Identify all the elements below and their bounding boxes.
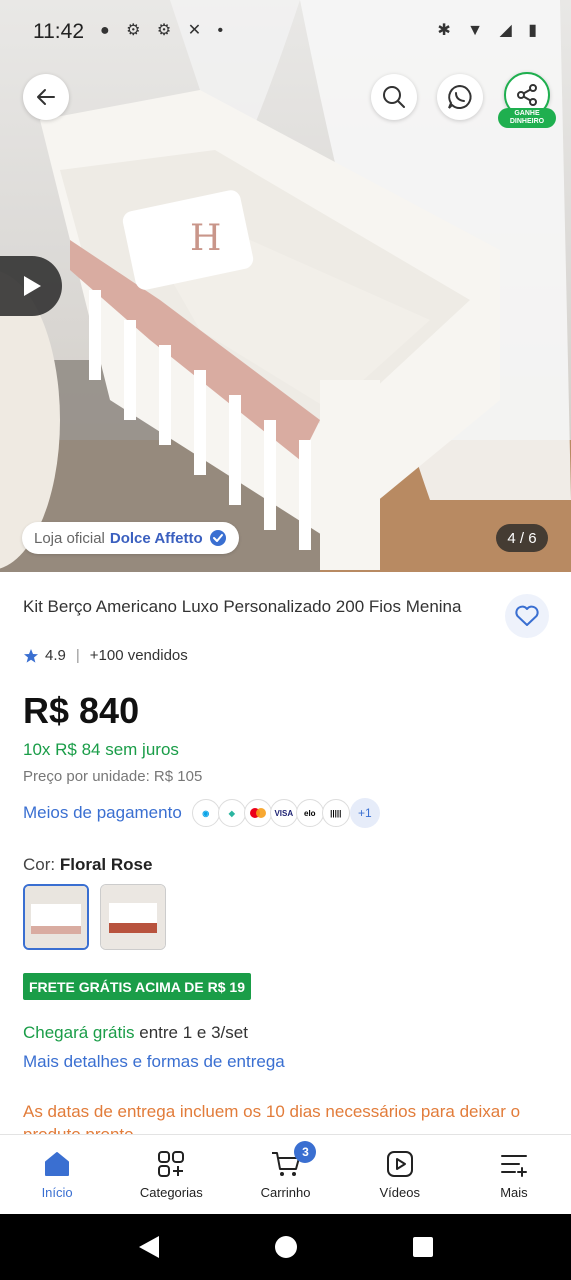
nav-label: Vídeos (379, 1185, 420, 1200)
nav-home[interactable]: Início (0, 1135, 114, 1214)
home-icon (45, 1152, 70, 1176)
share-icon (517, 84, 537, 106)
nav-label: Carrinho (260, 1185, 311, 1200)
favorite-button[interactable] (505, 594, 549, 638)
nav-cart[interactable]: 3 Carrinho (228, 1135, 342, 1214)
search-button[interactable] (371, 74, 417, 120)
video-icon (386, 1151, 413, 1177)
unit-price: Preço por unidade: R$ 105 (23, 768, 203, 785)
mercado-pago-icon: ◉ (191, 799, 220, 827)
arrow-left-icon (37, 89, 55, 105)
svg-text:H: H (190, 218, 221, 259)
nav-label: Mais (500, 1185, 528, 1200)
color-swatch-alt[interactable] (100, 884, 166, 950)
official-store-link[interactable]: Loja oficial Dolce Affetto (22, 522, 239, 554)
whatsapp-button[interactable] (437, 74, 483, 120)
notification-icons: ● ⚙ ⚙ ✕ • (100, 22, 230, 39)
whatsapp-icon (448, 84, 472, 109)
swatch-thumbnail (25, 886, 87, 948)
nav-videos[interactable]: Vídeos (343, 1135, 457, 1214)
pix-icon: ◆ (217, 799, 246, 827)
share-earn-badge: GANHE DINHEIRO (498, 108, 556, 128)
nav-label: Início (41, 1185, 73, 1200)
delivery-details-link[interactable]: Mais detalhes e formas de entrega (23, 1052, 285, 1072)
color-label: Cor: Floral Rose (23, 855, 152, 875)
more-icon (500, 1155, 527, 1177)
system-home-icon[interactable] (275, 1236, 297, 1258)
store-prefix: Loja oficial (34, 529, 105, 547)
free-shipping-badge: FRETE GRÁTIS ACIMA DE R$ 19 (23, 973, 251, 1000)
more-payment-methods[interactable]: +1 (349, 798, 380, 828)
divider: | (75, 647, 80, 664)
image-counter: 4 / 6 (496, 524, 548, 552)
system-navigation-bar (0, 1214, 571, 1280)
product-price: R$ 840 (23, 690, 140, 731)
payment-methods-row[interactable]: Meios de pagamento ◉ ◆ VISA elo ||||| +1 (23, 798, 380, 828)
color-swatch-floral-rose[interactable] (23, 884, 89, 950)
verified-icon (209, 530, 226, 546)
product-title: Kit Berço Americano Luxo Personalizado 2… (23, 597, 462, 616)
play-icon (24, 276, 41, 296)
back-button[interactable] (23, 74, 69, 120)
rating-value: 4.9 (45, 647, 66, 664)
elo-icon: elo (295, 799, 324, 827)
store-name: Dolce Affetto (109, 529, 203, 547)
visa-icon: VISA (269, 799, 298, 827)
nav-categories[interactable]: Categorias (114, 1135, 228, 1214)
nav-more[interactable]: Mais (457, 1135, 571, 1214)
color-value: Floral Rose (59, 855, 153, 874)
status-bar: 11:42 ● ⚙ ⚙ ✕ • ✱ ▼ ◢ ▮ (0, 0, 571, 62)
categories-icon (158, 1151, 185, 1177)
rating-row: 4.9 | +100 vendidos (23, 647, 188, 664)
play-video-button[interactable] (0, 256, 62, 316)
cart-count-badge: 3 (294, 1141, 317, 1163)
system-nav-buttons (139, 1236, 433, 1258)
delivery-dates: entre 1 e 3/set (139, 1023, 248, 1042)
system-status-icons: ✱ ▼ ◢ ▮ (437, 22, 543, 39)
payment-methods-link[interactable]: Meios de pagamento (23, 803, 182, 823)
mastercard-icon (243, 799, 272, 827)
color-prefix: Cor: (23, 855, 56, 874)
heart-icon (515, 605, 539, 626)
boleto-icon: ||||| (321, 799, 350, 827)
crib-photo: H (0, 0, 571, 572)
delivery-free: Chegará grátis (23, 1023, 135, 1042)
star-icon (24, 648, 38, 663)
installments-text: 10x R$ 84 sem juros (23, 740, 179, 759)
swatch-thumbnail (101, 885, 165, 949)
system-back-icon[interactable] (139, 1236, 159, 1258)
delivery-estimate: Chegará grátis entre 1 e 3/set (23, 1023, 248, 1043)
system-recents-icon[interactable] (413, 1237, 433, 1257)
search-icon (383, 86, 405, 108)
nav-label: Categorias (139, 1185, 203, 1200)
product-gallery[interactable]: H 11:42 ● ⚙ ⚙ ✕ • ✱ ▼ ◢ ▮ GANHE DINHEIRO… (0, 0, 571, 572)
status-time: 11:42 (33, 20, 84, 43)
sold-count: +100 vendidos (89, 647, 188, 664)
bottom-navigation: Início Categorias 3 Carrinho Vídeos Mais (0, 1134, 571, 1214)
